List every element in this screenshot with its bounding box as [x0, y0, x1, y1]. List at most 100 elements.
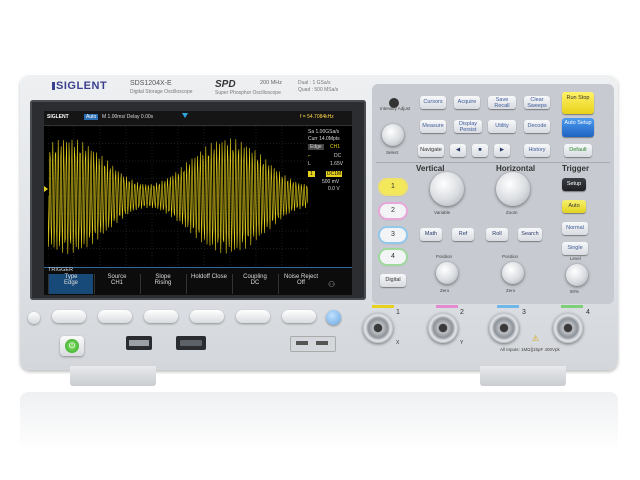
menu-type[interactable]: Type Edge — [48, 274, 93, 294]
usb-host-port[interactable] — [126, 336, 152, 350]
display-persist-button[interactable]: Display Persist — [454, 120, 482, 133]
bnc-ch4-connector[interactable] — [553, 313, 583, 343]
acq-mode-badge: Auto — [84, 114, 99, 120]
model-subtitle: Digital Storage Oscilloscope — [130, 89, 193, 95]
universal-knob[interactable] — [326, 310, 341, 325]
port-icon — [180, 340, 202, 346]
acquire-button[interactable]: Acquire — [454, 96, 480, 109]
trig-coupling-readout: DC — [334, 153, 342, 159]
usb-icon — [129, 340, 149, 346]
ch1-scale-readout: 500 mV — [322, 179, 340, 185]
ch1-offset-marker-icon — [44, 186, 48, 192]
softkey-3[interactable] — [144, 310, 178, 323]
volts-div-knob[interactable] — [430, 172, 464, 206]
memory-label: Quad : 500 MSa/s — [298, 87, 339, 93]
horizontal-position-knob[interactable] — [502, 262, 524, 284]
vertical-title: Vertical — [416, 164, 445, 173]
bnc-x-label: X — [396, 340, 400, 346]
auto-setup-button[interactable]: Auto Setup — [562, 118, 594, 137]
ch4-color-strip — [561, 305, 583, 308]
utility-button[interactable]: Utility — [488, 120, 516, 133]
ch2-color-strip — [436, 305, 458, 308]
measure-button[interactable]: Measure — [420, 120, 446, 133]
ch1-waveform-trace — [48, 138, 308, 255]
model-name: SDS1204X-E — [130, 80, 172, 87]
right-foot — [480, 366, 566, 386]
trigger-auto-button[interactable]: Auto — [562, 200, 586, 213]
triangle-left-icon: ◀ — [455, 147, 461, 153]
default-button[interactable]: Default — [564, 144, 592, 157]
sample-rate-label: Dual : 1 GSa/s — [298, 80, 331, 86]
menu-page-icon[interactable]: ⚇ — [328, 280, 335, 289]
trigger-title: Trigger — [562, 164, 590, 173]
nav-next-button[interactable]: ▶ — [494, 144, 510, 157]
math-button[interactable]: Math — [420, 228, 442, 241]
trigger-softmenu: TRIGGER Type Edge Source CH1 Slope Rising H… — [44, 267, 352, 295]
bnc-ch1-connector[interactable] — [363, 313, 393, 343]
search-button[interactable]: Search — [518, 228, 542, 241]
v-zero-label: Zero — [440, 288, 450, 293]
trigger-single-button[interactable]: Single — [562, 242, 588, 255]
triangle-right-icon: ▶ — [499, 147, 505, 153]
power-icon: ⏻ — [65, 339, 79, 353]
navigate-button[interactable]: Navigate — [418, 144, 444, 157]
ch1-color-strip — [372, 305, 394, 308]
menu-noise-reject[interactable]: Noise Reject Off — [278, 274, 323, 294]
save-recall-button[interactable]: Save Recall — [488, 96, 516, 109]
decode-button[interactable]: Decode — [524, 120, 550, 133]
softkey-6[interactable] — [282, 310, 316, 323]
ch3-color-strip — [497, 305, 519, 308]
warning-icon: ⚠ — [532, 334, 540, 343]
indicator-icon — [389, 98, 399, 108]
curr-points-readout: Curr 14.0Mpts — [308, 136, 340, 142]
trigger-position-icon — [182, 113, 188, 118]
time-div-knob[interactable] — [496, 172, 530, 206]
ref-button[interactable]: Ref — [452, 228, 474, 241]
menu-source[interactable]: Source CH1 — [94, 274, 139, 294]
softkey-5[interactable] — [236, 310, 270, 323]
power-button[interactable]: ⏻ — [60, 336, 84, 356]
history-button[interactable]: History — [524, 144, 550, 157]
intensity-knob[interactable] — [382, 124, 404, 146]
screen-status-bar: SIGLENT Auto M 1.00ms/ Delay 0.00s f = 5… — [44, 111, 352, 126]
bnc-ch3-connector[interactable] — [489, 313, 519, 343]
probe-comp-ground-icon — [316, 341, 328, 345]
nav-prev-button[interactable]: ◀ — [450, 144, 466, 157]
vertical-position-knob[interactable] — [436, 262, 458, 284]
brand-mark-icon — [52, 82, 55, 90]
bnc-ch2-connector[interactable] — [428, 313, 458, 343]
cursors-button[interactable]: Cursors — [420, 96, 446, 109]
trigger-normal-button[interactable]: Normal — [562, 222, 588, 235]
bnc-y-label: Y — [460, 340, 464, 346]
trigger-setup-button[interactable]: Setup — [562, 178, 586, 191]
waveform-grid — [48, 126, 308, 266]
softkey-1[interactable] — [52, 310, 86, 323]
level-label: Level — [570, 256, 581, 261]
panel-divider — [376, 162, 610, 163]
usb-device-port[interactable] — [176, 336, 206, 350]
menu-toggle-button[interactable] — [28, 312, 40, 324]
channel-3-button[interactable]: 3 — [380, 228, 406, 242]
softkey-2[interactable] — [98, 310, 132, 323]
roll-button[interactable]: Roll — [486, 228, 508, 241]
digital-button[interactable]: Digital — [380, 274, 406, 287]
clear-sweeps-button[interactable]: Clear Sweeps — [524, 96, 550, 109]
trigger-level-knob[interactable] — [566, 264, 588, 286]
nav-stop-button[interactable]: ■ — [472, 144, 488, 157]
probe-compensation — [290, 336, 336, 352]
bnc-1-label: 1 — [396, 309, 400, 316]
menu-holdoff[interactable]: Holdoff Close — [186, 274, 231, 294]
softkey-4[interactable] — [190, 310, 224, 323]
run-stop-button[interactable]: Run Stop — [562, 92, 594, 114]
channel-2-button[interactable]: 2 — [380, 204, 406, 218]
softmenu-title: TRIGGER — [48, 267, 74, 273]
trig-type-readout: Edge — [308, 144, 324, 150]
bandwidth-label: 200 MHz — [260, 80, 283, 86]
channel-1-button[interactable]: 1 — [380, 180, 406, 194]
fifty-percent-label: 50% — [570, 289, 580, 294]
screen-brand: SIGLENT — [47, 114, 69, 120]
menu-coupling[interactable]: Coupling DC — [232, 274, 277, 294]
menu-slope[interactable]: Slope Rising — [140, 274, 185, 294]
sa-rate-readout: Sa 1.00GSa/s — [308, 129, 340, 135]
channel-4-button[interactable]: 4 — [380, 250, 406, 264]
